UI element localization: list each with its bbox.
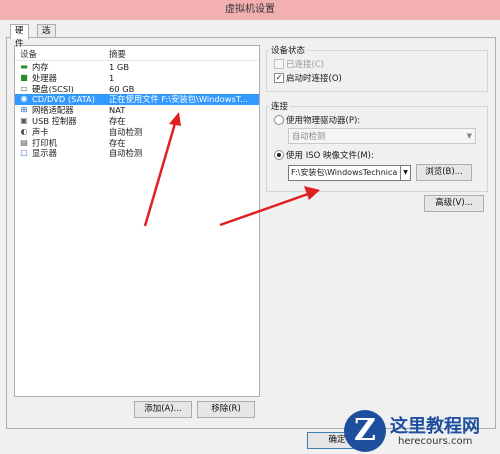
device-row[interactable]: ▬ 内存 1 GB [15,62,259,73]
add-button[interactable]: 添加(A)... [134,401,192,418]
window-title-bar: 虚拟机设置 [0,0,500,20]
device-summary: 存在 [109,116,126,126]
use-iso-radio[interactable] [274,150,284,160]
sound-card-icon: ◐ [20,126,28,136]
device-row[interactable]: ⊞ 网络适配器 NAT [15,105,259,116]
radio-dot-icon [277,153,281,157]
device-row[interactable]: ◐ 声卡 自动检测 [15,127,259,138]
watermark-url: herecours.com [398,436,473,447]
device-row[interactable]: ■ 处理器 1 [15,73,259,84]
network-adapter-icon: ⊞ [20,105,28,115]
advanced-button[interactable]: 高级(V)... [424,195,484,212]
column-header-summary[interactable]: 摘要 [109,48,126,60]
tab-options[interactable]: 选项 [37,24,56,49]
device-name: 声卡 [32,126,49,137]
browse-button[interactable]: 浏览(B)... [416,164,472,181]
site-logo-icon: Z [344,410,386,452]
device-list[interactable]: 设备 摘要 ▬ 内存 1 GB ■ 处理器 1 ▭ 硬盘(SCSI) 60 GB ◉ CD/DVD … [14,45,260,397]
physical-drive-value: 自动检测 [292,131,326,141]
watermark: Z 这里教程网 herecours.com [344,408,500,454]
iso-path-input[interactable]: F:\安装包\WindowsTechnica [288,165,404,181]
use-iso-label: 使用 ISO 映像文件(M): [286,151,374,161]
device-status-group [266,50,488,92]
device-summary: 60 GB [109,83,135,94]
watermark-name: 这里教程网 [390,416,480,437]
check-mark-icon: ✓ [275,73,283,82]
device-summary: 正在使用文件 F:\安装包\WindowsT... [109,94,248,105]
chevron-down-icon: ▼ [466,132,472,140]
connection-title: 连接 [269,100,291,112]
iso-history-dropdown[interactable]: ▼ [400,165,411,181]
device-name: 内存 [32,62,49,72]
printer-icon: ▤ [20,137,28,147]
device-row[interactable]: ◉ CD/DVD (SATA) 正在使用文件 F:\安装包\WindowsT... [15,94,259,105]
hard-disk-icon: ▭ [20,83,28,93]
connected-label: 已连接(C) [286,60,325,70]
device-summary: 自动检测 [109,148,143,159]
device-name: 显示器 [32,148,57,159]
memory-icon: ▬ [20,62,28,71]
device-row[interactable]: ▭ 硬盘(SCSI) 60 GB [15,84,259,95]
iso-path-value: F:\安装包\WindowsTechnica [291,168,398,177]
usb-controller-icon: ▣ [20,116,28,125]
use-physical-drive-label: 使用物理驱动器(P): [286,116,361,126]
device-name: 打印机 [32,137,57,148]
device-row[interactable]: ▣ USB 控制器 存在 [15,116,259,127]
device-list-header: 设备 摘要 [15,46,259,61]
tab-hardware[interactable]: 硬件 [10,24,29,49]
device-summary: NAT [109,105,126,116]
use-physical-drive-radio[interactable] [274,115,284,125]
connect-at-power-on-label: 启动时连接(O) [286,74,342,84]
device-summary: 存在 [109,137,126,148]
device-summary: 1 GB [109,62,130,72]
remove-button[interactable]: 移除(R) [197,401,255,418]
device-status-title: 设备状态 [269,44,308,56]
device-name: 硬盘(SCSI) [32,83,74,94]
device-summary: 自动检测 [109,126,143,137]
device-name: CD/DVD (SATA) [32,94,95,105]
window-title: 虚拟机设置 [225,4,275,15]
physical-drive-select[interactable]: 自动检测 ▼ [288,128,476,144]
device-row[interactable]: ▤ 打印机 存在 [15,138,259,149]
cd-dvd-icon: ◉ [20,94,28,104]
device-summary: 1 [109,72,115,83]
device-row[interactable]: ▢ 显示器 自动检测 [15,148,259,159]
chevron-down-icon: ▼ [403,169,408,176]
display-icon: ▢ [20,148,28,158]
connect-at-power-on-checkbox[interactable]: ✓ [274,73,284,83]
processor-icon: ■ [20,72,28,82]
connected-checkbox[interactable] [274,59,284,69]
device-name: 网络适配器 [32,105,74,116]
device-name: USB 控制器 [32,116,77,126]
device-name: 处理器 [32,72,57,83]
